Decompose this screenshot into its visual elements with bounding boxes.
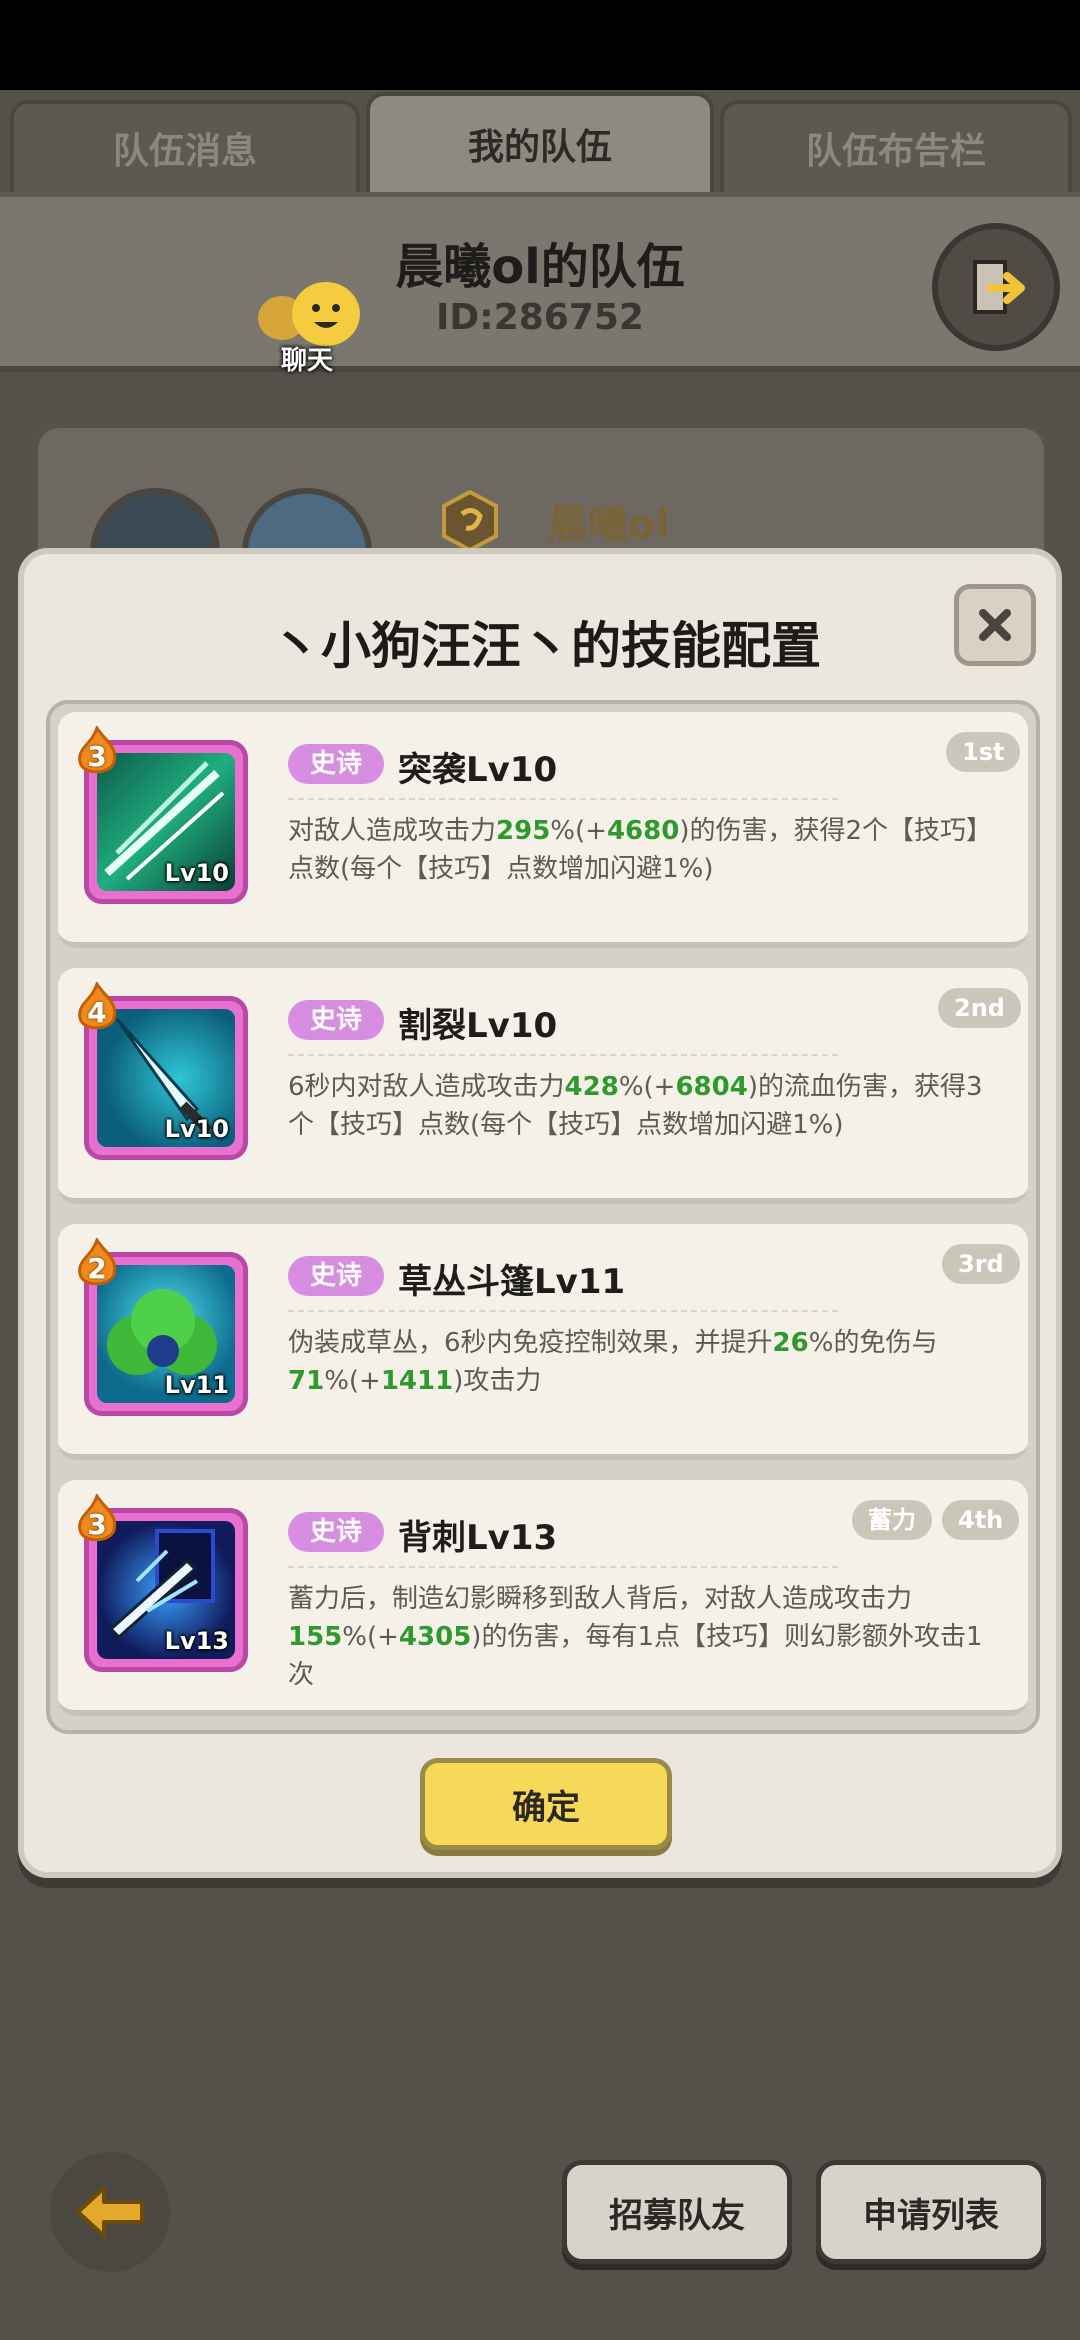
skill-description: 对敌人造成攻击力295%(+4680)的伤害，获得2个【技巧】点数(每个【技巧】… [288,816,979,884]
exit-team-button[interactable] [932,223,1060,351]
page-title: 晨曦ol的队伍 [395,239,685,295]
dialog-title: 丶小狗汪汪丶的技能配置 [271,617,821,675]
tab-my-team[interactable]: 我的队伍 [366,92,714,192]
exit-door-icon [973,260,1025,314]
skill-name: 背刺Lv13 [398,1518,558,1558]
shield-icon [442,490,498,552]
skill-name: 草丛斗篷Lv11 [398,1262,626,1302]
rank-number: 3 [87,1508,107,1541]
member-name: 晨曦ol [548,502,670,548]
charge-tag: 蓄力 [852,1500,932,1540]
skill-card-1[interactable]: Lv10 3 史诗 突袭Lv10 1st 对敌人造成攻击力295%(+4680)… [58,712,1028,948]
divider [288,798,838,800]
divider [288,1054,838,1056]
apply-list-button[interactable]: 申请列表 [816,2160,1046,2264]
rank-number: 4 [87,996,107,1029]
skill-name: 割裂Lv10 [398,1006,558,1046]
rank-number: 3 [87,740,107,773]
chat-button[interactable]: 聊天 [252,278,372,378]
rank-badge: 3 [74,724,120,778]
skill-card-3[interactable]: Lv11 2 史诗 草丛斗篷Lv11 3rd 伪装成草丛，6秒内免疫控制效果，并… [58,1224,1028,1460]
divider [288,1310,838,1312]
tab-bar: 队伍消息 我的队伍 队伍布告栏 [0,92,1080,192]
tier-badge: 史诗 [288,1512,385,1552]
order-tag: 3rd [942,1244,1020,1284]
tab-team-board[interactable]: 队伍布告栏 [720,100,1072,192]
skill-description: 蓄力后，制造幻影瞬移到敌人背后，对敌人造成攻击力155%(+4305)的伤害，每… [288,1584,983,1690]
divider [288,1566,838,1568]
rank-badge: 3 [74,1492,120,1546]
tier-badge: 史诗 [288,744,385,784]
status-bar [0,0,1080,90]
order-tag: 4th [942,1500,1020,1540]
skill-name: 突袭Lv10 [398,750,558,790]
skill-level-label: Lv13 [164,1627,229,1655]
skill-level-label: Lv10 [164,859,229,887]
close-icon [979,609,1011,641]
skill-level-label: Lv11 [164,1371,229,1399]
order-tag: 1st [946,732,1021,772]
back-arrow-icon [76,2186,144,2238]
order-tag: 2nd [938,988,1021,1028]
rank-badge: 2 [74,1236,120,1290]
close-button[interactable] [954,584,1036,666]
team-header: 晨曦ol的队伍 ID:286752 [0,192,1080,372]
tab-team-messages[interactable]: 队伍消息 [10,100,360,192]
skill-list: Lv10 3 史诗 突袭Lv10 1st 对敌人造成攻击力295%(+4680)… [46,700,1040,1734]
chat-label: 聊天 [280,346,333,376]
skill-card-4[interactable]: Lv13 3 史诗 背刺Lv13 蓄力 4th 蓄力后，制造幻影瞬移到敌人背后，… [58,1480,1028,1716]
tier-badge: 史诗 [288,1000,385,1040]
back-button[interactable] [50,2152,170,2272]
skill-description: 6秒内对敌人造成攻击力428%(+6804)的流血伤害，获得3个【技巧】点数(每… [288,1072,983,1140]
rank-number: 2 [87,1252,107,1285]
team-id: ID:286752 [436,297,644,338]
confirm-button[interactable]: 确定 [420,1758,672,1850]
skill-card-2[interactable]: Lv10 4 史诗 割裂Lv10 2nd 6秒内对敌人造成攻击力428%(+68… [58,968,1028,1204]
skill-level-label: Lv10 [164,1115,229,1143]
rank-badge: 4 [74,980,120,1034]
skill-description: 伪装成草丛，6秒内免疫控制效果，并提升26%的免伤与71%(+1411)攻击力 [288,1328,938,1396]
skill-config-dialog: 丶小狗汪汪丶的技能配置 Lv10 3 史诗 突袭Lv10 1st 对敌人造成攻击… [18,548,1062,1878]
tier-badge: 史诗 [288,1256,385,1296]
recruit-button[interactable]: 招募队友 [562,2160,792,2264]
